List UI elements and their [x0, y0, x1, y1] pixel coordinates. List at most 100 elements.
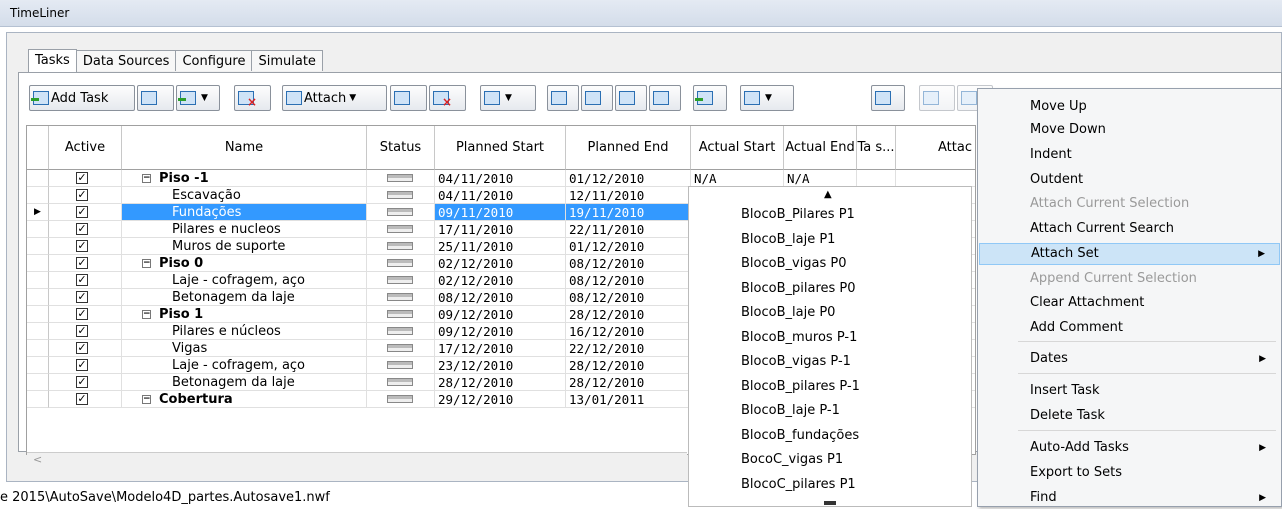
planned-start-cell[interactable]: 08/12/2010: [435, 289, 566, 306]
gantt-view-button[interactable]: [871, 85, 905, 111]
planned-start-cell[interactable]: 25/11/2010: [435, 238, 566, 255]
planned-end-cell[interactable]: 22/12/2010: [566, 340, 691, 357]
planned-end-cell[interactable]: 01/12/2010: [566, 170, 691, 187]
tab-configure[interactable]: Configure: [175, 50, 253, 71]
active-checkbox[interactable]: ✓: [76, 393, 88, 405]
move-up-button[interactable]: [547, 85, 579, 111]
column-header-planned-start[interactable]: Planned Start: [435, 126, 566, 170]
active-checkbox[interactable]: ✓: [76, 257, 88, 269]
scroll-down-icon[interactable]: [824, 501, 836, 505]
set-menu-item[interactable]: BlocoB_muros P-1: [741, 330, 857, 345]
planned-end-cell[interactable]: 28/12/2010: [566, 306, 691, 323]
task-name-cell[interactable]: Muros de suporte: [122, 238, 367, 255]
menu-item-move-up[interactable]: Move Up: [979, 96, 1280, 118]
task-name-cell[interactable]: − Piso 0: [122, 255, 367, 272]
collapse-icon[interactable]: −: [142, 395, 151, 404]
set-menu-item[interactable]: BlocoB_vigas P-1: [741, 354, 851, 369]
find-items-button[interactable]: ▼: [480, 85, 536, 111]
collapse-icon[interactable]: −: [142, 310, 151, 319]
planned-end-cell[interactable]: 12/11/2010: [566, 187, 691, 204]
indent-button[interactable]: [615, 85, 647, 111]
planned-start-cell[interactable]: 29/12/2010: [435, 391, 566, 408]
menu-item-insert-task[interactable]: Insert Task: [979, 380, 1280, 402]
task-name-cell[interactable]: Betonagem da laje: [122, 289, 367, 306]
row-selector[interactable]: [27, 391, 49, 408]
task-name-cell[interactable]: Pilares e nucleos: [122, 221, 367, 238]
actual-start-cell[interactable]: N/A: [691, 170, 784, 187]
planned-start-cell[interactable]: 17/11/2010: [435, 221, 566, 238]
active-checkbox[interactable]: ✓: [76, 359, 88, 371]
row-selector[interactable]: [27, 289, 49, 306]
column-header-status[interactable]: Status: [367, 126, 435, 170]
active-cell[interactable]: ✓: [49, 357, 122, 374]
scroll-up-icon[interactable]: ▲: [824, 189, 832, 200]
planned-end-cell[interactable]: 08/12/2010: [566, 272, 691, 289]
menu-item-dates[interactable]: Dates ▶: [979, 348, 1280, 370]
active-cell[interactable]: ✓: [49, 221, 122, 238]
auto-add-tasks-button[interactable]: [137, 85, 174, 111]
task-name-cell[interactable]: Pilares e núcleos: [122, 323, 367, 340]
column-header-actual-end[interactable]: Actual End: [784, 126, 857, 170]
column-header-task-type[interactable]: Ta s...: [857, 126, 896, 170]
planned-start-cell[interactable]: 09/12/2010: [435, 323, 566, 340]
row-selector[interactable]: [27, 306, 49, 323]
row-selector[interactable]: [27, 170, 49, 187]
planned-start-cell[interactable]: 04/11/2010: [435, 187, 566, 204]
planned-start-cell[interactable]: 17/12/2010: [435, 340, 566, 357]
active-cell[interactable]: ✓: [49, 187, 122, 204]
row-selector[interactable]: [27, 323, 49, 340]
tab-simulate[interactable]: Simulate: [251, 50, 323, 71]
row-selector[interactable]: [27, 340, 49, 357]
task-name-cell[interactable]: Laje - cofragem, aço: [122, 272, 367, 289]
planned-start-cell[interactable]: 09/11/2010: [435, 204, 566, 221]
planned-start-cell[interactable]: 02/12/2010: [435, 272, 566, 289]
set-menu-item[interactable]: BlocoB_pilares P-1: [741, 379, 860, 394]
scroll-left-icon[interactable]: <: [33, 453, 42, 466]
planned-start-cell[interactable]: 28/12/2010: [435, 374, 566, 391]
task-name-cell[interactable]: Laje - cofragem, aço: [122, 357, 367, 374]
row-selector[interactable]: ▶: [27, 204, 49, 221]
menu-item-export-to-sets[interactable]: Export to Sets: [979, 462, 1280, 484]
planned-end-cell[interactable]: 28/12/2010: [566, 374, 691, 391]
horizontal-scrollbar[interactable]: <: [27, 452, 687, 470]
add-comment-button[interactable]: [693, 85, 727, 111]
active-checkbox[interactable]: ✓: [76, 325, 88, 337]
task-name-cell[interactable]: Fundações: [122, 204, 367, 221]
planned-end-cell[interactable]: 19/11/2010: [566, 204, 691, 221]
active-cell[interactable]: ✓: [49, 170, 122, 187]
actual-end-cell[interactable]: N/A: [784, 170, 857, 187]
task-name-cell[interactable]: Escavação: [122, 187, 367, 204]
active-cell[interactable]: ✓: [49, 391, 122, 408]
attached-cell[interactable]: [896, 170, 975, 187]
active-checkbox[interactable]: ✓: [76, 376, 88, 388]
column-header-attached[interactable]: Attac: [896, 126, 975, 170]
planned-end-cell[interactable]: 01/12/2010: [566, 238, 691, 255]
auto-attach-button[interactable]: [390, 85, 427, 111]
collapse-icon[interactable]: −: [142, 174, 151, 183]
row-selector[interactable]: [27, 238, 49, 255]
row-selector[interactable]: [27, 255, 49, 272]
column-header-name[interactable]: Name: [122, 126, 367, 170]
planned-start-cell[interactable]: 23/12/2010: [435, 357, 566, 374]
task-type-cell[interactable]: [857, 170, 896, 187]
planned-end-cell[interactable]: 13/01/2011: [566, 391, 691, 408]
set-menu-item[interactable]: BlocoB_fundações: [741, 428, 859, 443]
menu-item-attach-current-search[interactable]: Attach Current Search: [979, 218, 1280, 240]
menu-item-move-down[interactable]: Move Down: [979, 119, 1280, 141]
row-selector[interactable]: [27, 272, 49, 289]
column-header-actual-start[interactable]: Actual Start: [691, 126, 784, 170]
row-selector[interactable]: [27, 221, 49, 238]
column-header-planned-end[interactable]: Planned End: [566, 126, 691, 170]
planned-end-cell[interactable]: 08/12/2010: [566, 289, 691, 306]
planned-end-cell[interactable]: 08/12/2010: [566, 255, 691, 272]
set-menu-item[interactable]: BocoC_vigas P1: [741, 452, 843, 467]
outdent-button[interactable]: [649, 85, 681, 111]
set-menu-item[interactable]: BlocoB_vigas P0: [741, 256, 847, 271]
delete-task-button[interactable]: [234, 85, 271, 111]
planned-start-cell[interactable]: 04/11/2010: [435, 170, 566, 187]
menu-item-add-comment[interactable]: Add Comment: [979, 317, 1280, 339]
active-cell[interactable]: ✓: [49, 374, 122, 391]
active-checkbox[interactable]: ✓: [76, 274, 88, 286]
menu-item-append-current-selection[interactable]: Append Current Selection: [979, 268, 1280, 290]
active-cell[interactable]: ✓: [49, 238, 122, 255]
